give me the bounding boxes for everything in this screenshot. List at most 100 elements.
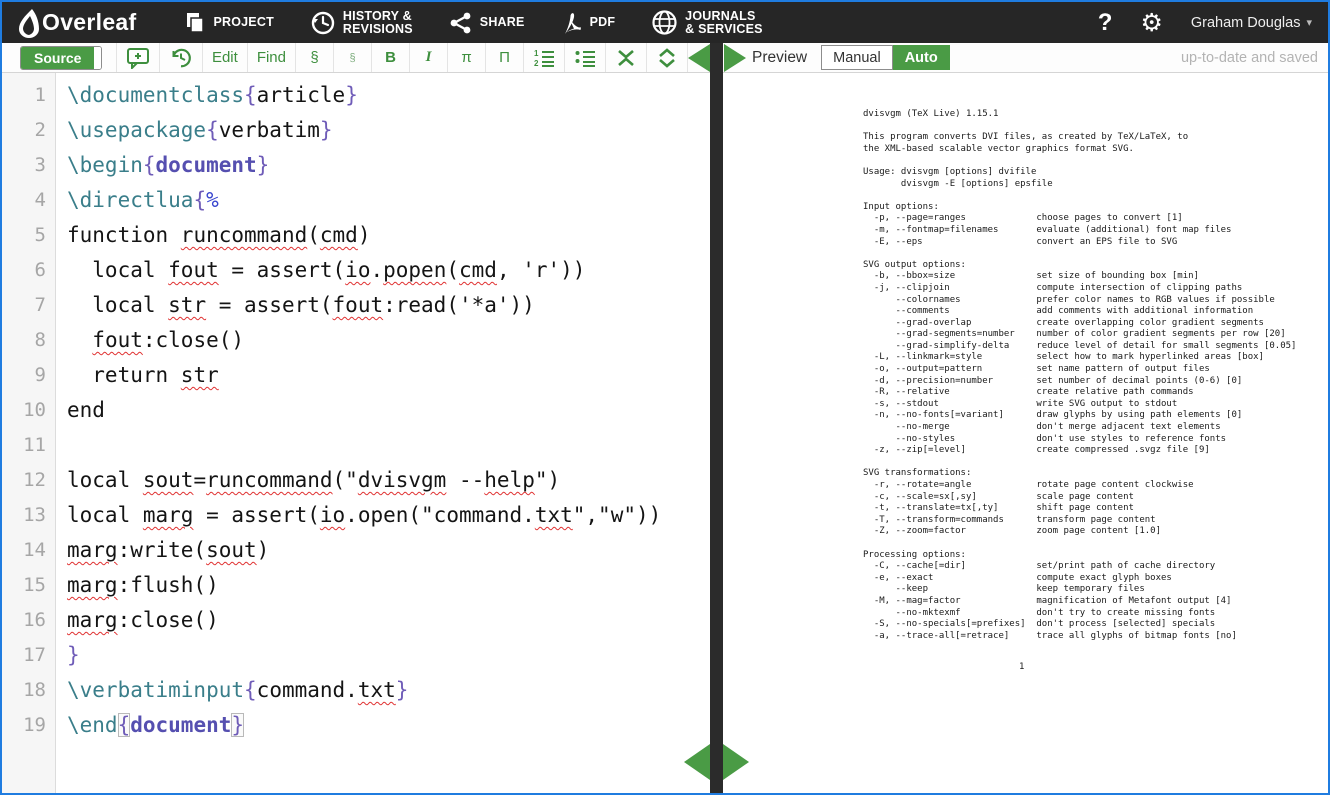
nav-item-label: HISTORY &REVISIONS <box>343 10 413 36</box>
find-button[interactable]: Find <box>247 43 295 72</box>
code-line[interactable]: \verbatiminput{command.txt} <box>67 673 710 708</box>
compile-mode-toggle: Manual Auto <box>821 45 950 70</box>
line-number: 5 <box>2 218 46 253</box>
code-line[interactable]: marg:write(sout) <box>67 533 710 568</box>
main-split: Source Rich Text Edit Find § § B I <box>2 43 1328 793</box>
share-icon <box>449 11 473 35</box>
nav-item-label: PROJECT <box>213 16 273 29</box>
code-line[interactable]: \end{document} <box>67 708 710 743</box>
subsection-button[interactable]: § <box>333 43 371 72</box>
expand-lines-button[interactable] <box>646 43 688 72</box>
rich-text-mode-button[interactable]: Rich Text <box>94 47 101 69</box>
collapse-editor-bottom-icon[interactable] <box>684 744 710 780</box>
preview-label: Preview <box>752 49 807 67</box>
manual-compile-button[interactable]: Manual <box>821 45 893 70</box>
gear-icon[interactable]: ⚙ <box>1140 10 1162 35</box>
line-number: 11 <box>2 428 46 463</box>
overleaf-logo[interactable]: Overleaf <box>16 8 136 38</box>
top-navbar: Overleaf PROJECT HISTORY &REVISIONS SHAR… <box>2 2 1328 43</box>
gutter: 12345678910111213141516171819 <box>2 73 56 793</box>
source-mode-button[interactable]: Source <box>21 47 94 69</box>
code-line[interactable]: } <box>67 638 710 673</box>
track-changes-button[interactable] <box>159 43 202 72</box>
nav-menu: PROJECT HISTORY &REVISIONS SHARE PDF JOU… <box>184 9 762 36</box>
project-copy-icon <box>184 11 206 35</box>
pdf-page-number: 1 <box>723 642 1328 672</box>
preview-toolbar: Preview Manual Auto up-to-date and saved <box>723 43 1328 73</box>
line-number: 17 <box>2 638 46 673</box>
italic-button[interactable]: I <box>409 43 447 72</box>
nav-right: ? ⚙ Graham Douglas ▾ <box>1098 9 1312 37</box>
editor-toolbar: Source Rich Text Edit Find § § B I <box>2 43 710 73</box>
code-line[interactable]: marg:close() <box>67 603 710 638</box>
collapse-lines-icon <box>615 47 637 69</box>
nav-item-project[interactable]: PROJECT <box>184 11 273 35</box>
editor-pane: Source Rich Text Edit Find § § B I <box>2 43 710 793</box>
line-number: 12 <box>2 463 46 498</box>
code-line[interactable]: \usepackage{verbatim} <box>67 113 710 148</box>
numbered-list-icon: 12 <box>533 48 555 68</box>
code-line[interactable]: \begin{document} <box>67 148 710 183</box>
source-editor[interactable]: 12345678910111213141516171819 \documentc… <box>2 73 710 793</box>
collapse-editor-icon[interactable] <box>688 44 710 72</box>
bold-button[interactable]: B <box>371 43 409 72</box>
svg-text:2: 2 <box>534 59 539 68</box>
section-button[interactable]: § <box>295 43 333 72</box>
help-icon[interactable]: ? <box>1098 9 1113 37</box>
display-math-button[interactable]: Π <box>485 43 523 72</box>
code-line[interactable] <box>67 428 710 463</box>
line-number: 16 <box>2 603 46 638</box>
compile-status: up-to-date and saved <box>1181 50 1328 66</box>
line-number: 8 <box>2 323 46 358</box>
code-line[interactable]: \documentclass{article} <box>67 78 710 113</box>
nav-item-history-revisions[interactable]: HISTORY &REVISIONS <box>310 10 413 36</box>
line-number: 10 <box>2 393 46 428</box>
user-menu[interactable]: Graham Douglas ▾ <box>1191 15 1312 31</box>
auto-compile-button[interactable]: Auto <box>893 45 950 70</box>
code-line[interactable]: local sout=runcommand("dvisvgm --help") <box>67 463 710 498</box>
logo-text: Overleaf <box>42 9 136 36</box>
line-number: 18 <box>2 673 46 708</box>
line-number: 1 <box>2 78 46 113</box>
line-number: 14 <box>2 533 46 568</box>
bullet-list-icon <box>574 48 596 68</box>
nav-item-label: PDF <box>590 16 616 29</box>
pdf-preview[interactable]: dvisvgm (TeX Live) 1.15.1 This program c… <box>723 73 1328 793</box>
editor-toolbar-buttons: Edit Find § § B I π Π 12 <box>116 43 688 72</box>
globe-icon <box>651 9 678 36</box>
code-line[interactable]: \directlua{% <box>67 183 710 218</box>
line-number: 9 <box>2 358 46 393</box>
caret-down-icon: ▾ <box>1306 16 1312 29</box>
code-line[interactable]: end <box>67 393 710 428</box>
code-line[interactable]: marg:flush() <box>67 568 710 603</box>
line-number: 19 <box>2 708 46 743</box>
numbered-list-button[interactable]: 12 <box>523 43 564 72</box>
user-name: Graham Douglas <box>1191 15 1301 31</box>
history-undo-icon <box>169 46 193 70</box>
line-number: 6 <box>2 253 46 288</box>
expand-preview-icon[interactable] <box>724 44 746 72</box>
code-line[interactable]: local fout = assert(io.popen(cmd, 'r')) <box>67 253 710 288</box>
code-line[interactable]: local marg = assert(io.open("command.txt… <box>67 498 710 533</box>
line-number: 4 <box>2 183 46 218</box>
bullet-list-button[interactable] <box>564 43 605 72</box>
pdf-icon <box>561 10 583 36</box>
code-line[interactable]: local str = assert(fout:read('*a')) <box>67 288 710 323</box>
edit-menu-button[interactable]: Edit <box>202 43 247 72</box>
add-comment-button[interactable] <box>116 43 159 72</box>
overleaf-leaf-icon <box>16 8 42 38</box>
inline-math-button[interactable]: π <box>447 43 485 72</box>
line-number: 2 <box>2 113 46 148</box>
nav-item-share[interactable]: SHARE <box>449 11 525 35</box>
pane-divider[interactable] <box>710 43 723 793</box>
expand-preview-bottom-icon[interactable] <box>723 744 749 780</box>
collapse-lines-button[interactable] <box>605 43 646 72</box>
code-line[interactable]: function runcommand(cmd) <box>67 218 710 253</box>
line-number: 3 <box>2 148 46 183</box>
nav-item-journals-services[interactable]: JOURNALS& SERVICES <box>651 9 763 36</box>
code-line[interactable]: fout:close() <box>67 323 710 358</box>
code-line[interactable]: return str <box>67 358 710 393</box>
nav-item-pdf[interactable]: PDF <box>561 10 616 36</box>
code-lines[interactable]: \documentclass{article}\usepackage{verba… <box>56 73 710 793</box>
pdf-text: dvisvgm (TeX Live) 1.15.1 This program c… <box>723 73 1328 642</box>
